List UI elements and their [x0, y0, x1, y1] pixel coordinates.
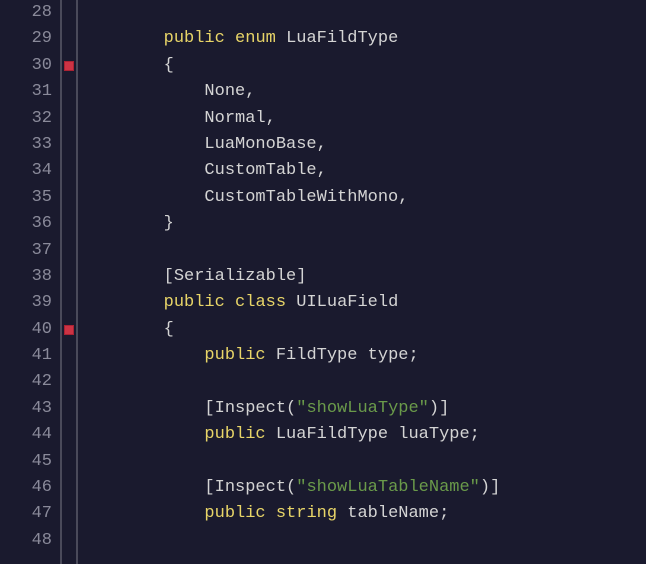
line-number: 44 [0, 422, 52, 448]
code-token: FildType [276, 346, 358, 365]
line-number: 48 [0, 528, 52, 554]
line-number: 38 [0, 264, 52, 290]
code-token: Normal, [82, 109, 276, 128]
code-token: class [235, 293, 286, 312]
code-token: enum [235, 29, 276, 48]
line-number: 36 [0, 211, 52, 237]
code-line[interactable]: { [82, 53, 646, 79]
code-token: UILuaField [296, 293, 398, 312]
line-number: 42 [0, 369, 52, 395]
code-token: "showLuaTableName" [296, 478, 480, 497]
code-token: CustomTable, [82, 161, 327, 180]
code-token: "showLuaType" [296, 399, 429, 418]
line-number: 28 [0, 0, 52, 26]
line-number: 37 [0, 238, 52, 264]
code-line[interactable]: public FildType type; [82, 343, 646, 369]
code-line[interactable]: public enum LuaFildType [82, 26, 646, 52]
code-token: Inspect [215, 478, 286, 497]
code-token: LuaFildType [276, 425, 388, 444]
code-token: CustomTableWithMono, [82, 188, 408, 207]
line-number: 34 [0, 158, 52, 184]
code-token: LuaMonoBase, [82, 135, 327, 154]
fold-column [62, 0, 76, 564]
code-token [82, 293, 164, 312]
line-number: 29 [0, 26, 52, 52]
code-line[interactable]: { [82, 317, 646, 343]
code-token [82, 346, 204, 365]
code-token: )] [429, 399, 449, 418]
code-token: public [164, 29, 225, 48]
code-token: ( [286, 399, 296, 418]
code-line[interactable]: CustomTableWithMono, [82, 185, 646, 211]
line-number: 47 [0, 501, 52, 527]
code-token: public [164, 293, 225, 312]
code-line[interactable]: Normal, [82, 106, 646, 132]
code-token [266, 504, 276, 523]
line-number: 41 [0, 343, 52, 369]
code-token [276, 29, 286, 48]
code-token: [ [82, 399, 215, 418]
fold-marker[interactable] [64, 325, 74, 335]
code-token [82, 29, 164, 48]
line-number: 43 [0, 396, 52, 422]
code-line[interactable]: None, [82, 79, 646, 105]
code-token: LuaFildType [286, 29, 398, 48]
line-number: 32 [0, 106, 52, 132]
code-token [286, 293, 296, 312]
code-token [225, 29, 235, 48]
code-line[interactable] [82, 449, 646, 475]
code-token: ] [296, 267, 306, 286]
code-line[interactable] [82, 238, 646, 264]
code-area: public enum LuaFildType { None, Normal, … [78, 0, 646, 564]
code-token [82, 425, 204, 444]
code-token: [ [82, 267, 174, 286]
line-number: 45 [0, 449, 52, 475]
code-token: public [204, 346, 265, 365]
code-line[interactable]: public class UILuaField [82, 290, 646, 316]
code-line[interactable] [82, 528, 646, 554]
code-token: type; [357, 346, 418, 365]
code-token [225, 293, 235, 312]
code-token: public [204, 425, 265, 444]
code-line[interactable]: [Inspect("showLuaTableName")] [82, 475, 646, 501]
code-line[interactable]: public LuaFildType luaType; [82, 422, 646, 448]
code-token: } [82, 214, 174, 233]
line-number: 46 [0, 475, 52, 501]
line-number: 33 [0, 132, 52, 158]
code-line[interactable]: [Inspect("showLuaType")] [82, 396, 646, 422]
code-token: Inspect [215, 399, 286, 418]
code-token: None, [82, 82, 255, 101]
code-line[interactable]: LuaMonoBase, [82, 132, 646, 158]
line-number: 30 [0, 53, 52, 79]
code-line[interactable] [82, 369, 646, 395]
line-number: 39 [0, 290, 52, 316]
code-token: public [204, 504, 265, 523]
line-number: 40 [0, 317, 52, 343]
code-token [266, 425, 276, 444]
fold-marker[interactable] [64, 61, 74, 71]
code-line[interactable]: [Serializable] [82, 264, 646, 290]
code-line[interactable] [82, 0, 646, 26]
code-token: [ [82, 478, 215, 497]
code-token: Serializable [174, 267, 296, 286]
code-token: )] [480, 478, 500, 497]
line-number-gutter: 2829303132333435363738394041424344454647… [0, 0, 60, 564]
code-token: ( [286, 478, 296, 497]
code-line[interactable]: CustomTable, [82, 158, 646, 184]
code-line[interactable]: public string tableName; [82, 501, 646, 527]
code-token: tableName; [337, 504, 449, 523]
code-token [266, 346, 276, 365]
code-token: luaType; [388, 425, 480, 444]
line-number: 31 [0, 79, 52, 105]
line-number: 35 [0, 185, 52, 211]
code-token: { [82, 320, 174, 339]
code-token: string [276, 504, 337, 523]
code-token [82, 504, 204, 523]
code-token: { [82, 56, 174, 75]
code-line[interactable]: } [82, 211, 646, 237]
